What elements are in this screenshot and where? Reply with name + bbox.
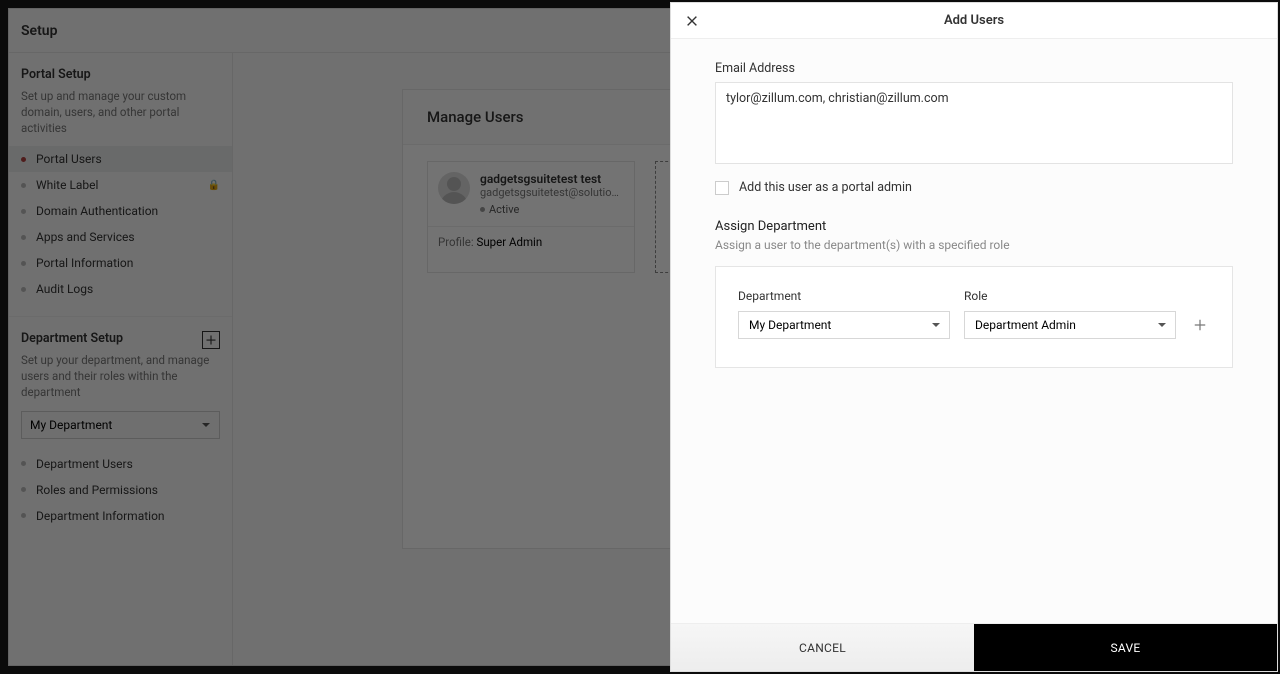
drawer-body: Email Address Add this user as a portal … xyxy=(671,39,1277,623)
drawer-header: Add Users xyxy=(671,3,1277,39)
portal-admin-label: Add this user as a portal admin xyxy=(739,180,912,195)
department-select[interactable]: My Department xyxy=(738,311,950,339)
portal-admin-checkbox[interactable] xyxy=(715,181,729,195)
assign-department-desc: Assign a user to the department(s) with … xyxy=(715,238,1233,252)
role-column: Role Department Admin xyxy=(964,289,1176,339)
plus-icon xyxy=(1193,318,1207,332)
role-select[interactable]: Department Admin xyxy=(964,311,1176,339)
email-input[interactable] xyxy=(715,82,1233,164)
role-col-label: Role xyxy=(964,289,1176,303)
role-select-wrap: Department Admin xyxy=(964,311,1176,339)
department-column: Department My Department xyxy=(738,289,950,339)
drawer-footer: CANCEL SAVE xyxy=(671,623,1277,671)
assign-department-title: Assign Department xyxy=(715,219,1233,234)
add-users-drawer: Add Users Email Address Add this user as… xyxy=(670,2,1278,672)
assign-department-box: Department My Department Role Department… xyxy=(715,266,1233,368)
department-select-wrap: My Department xyxy=(738,311,950,339)
cancel-button[interactable]: CANCEL xyxy=(671,624,974,671)
close-icon xyxy=(685,14,699,28)
save-button[interactable]: SAVE xyxy=(974,624,1277,671)
close-button[interactable] xyxy=(683,12,701,30)
department-row: Department My Department Role Department… xyxy=(738,289,1210,339)
drawer-title: Add Users xyxy=(671,13,1277,28)
email-label: Email Address xyxy=(715,61,1233,76)
admin-checkbox-row: Add this user as a portal admin xyxy=(715,180,1233,195)
add-row-button[interactable] xyxy=(1190,315,1210,335)
department-col-label: Department xyxy=(738,289,950,303)
